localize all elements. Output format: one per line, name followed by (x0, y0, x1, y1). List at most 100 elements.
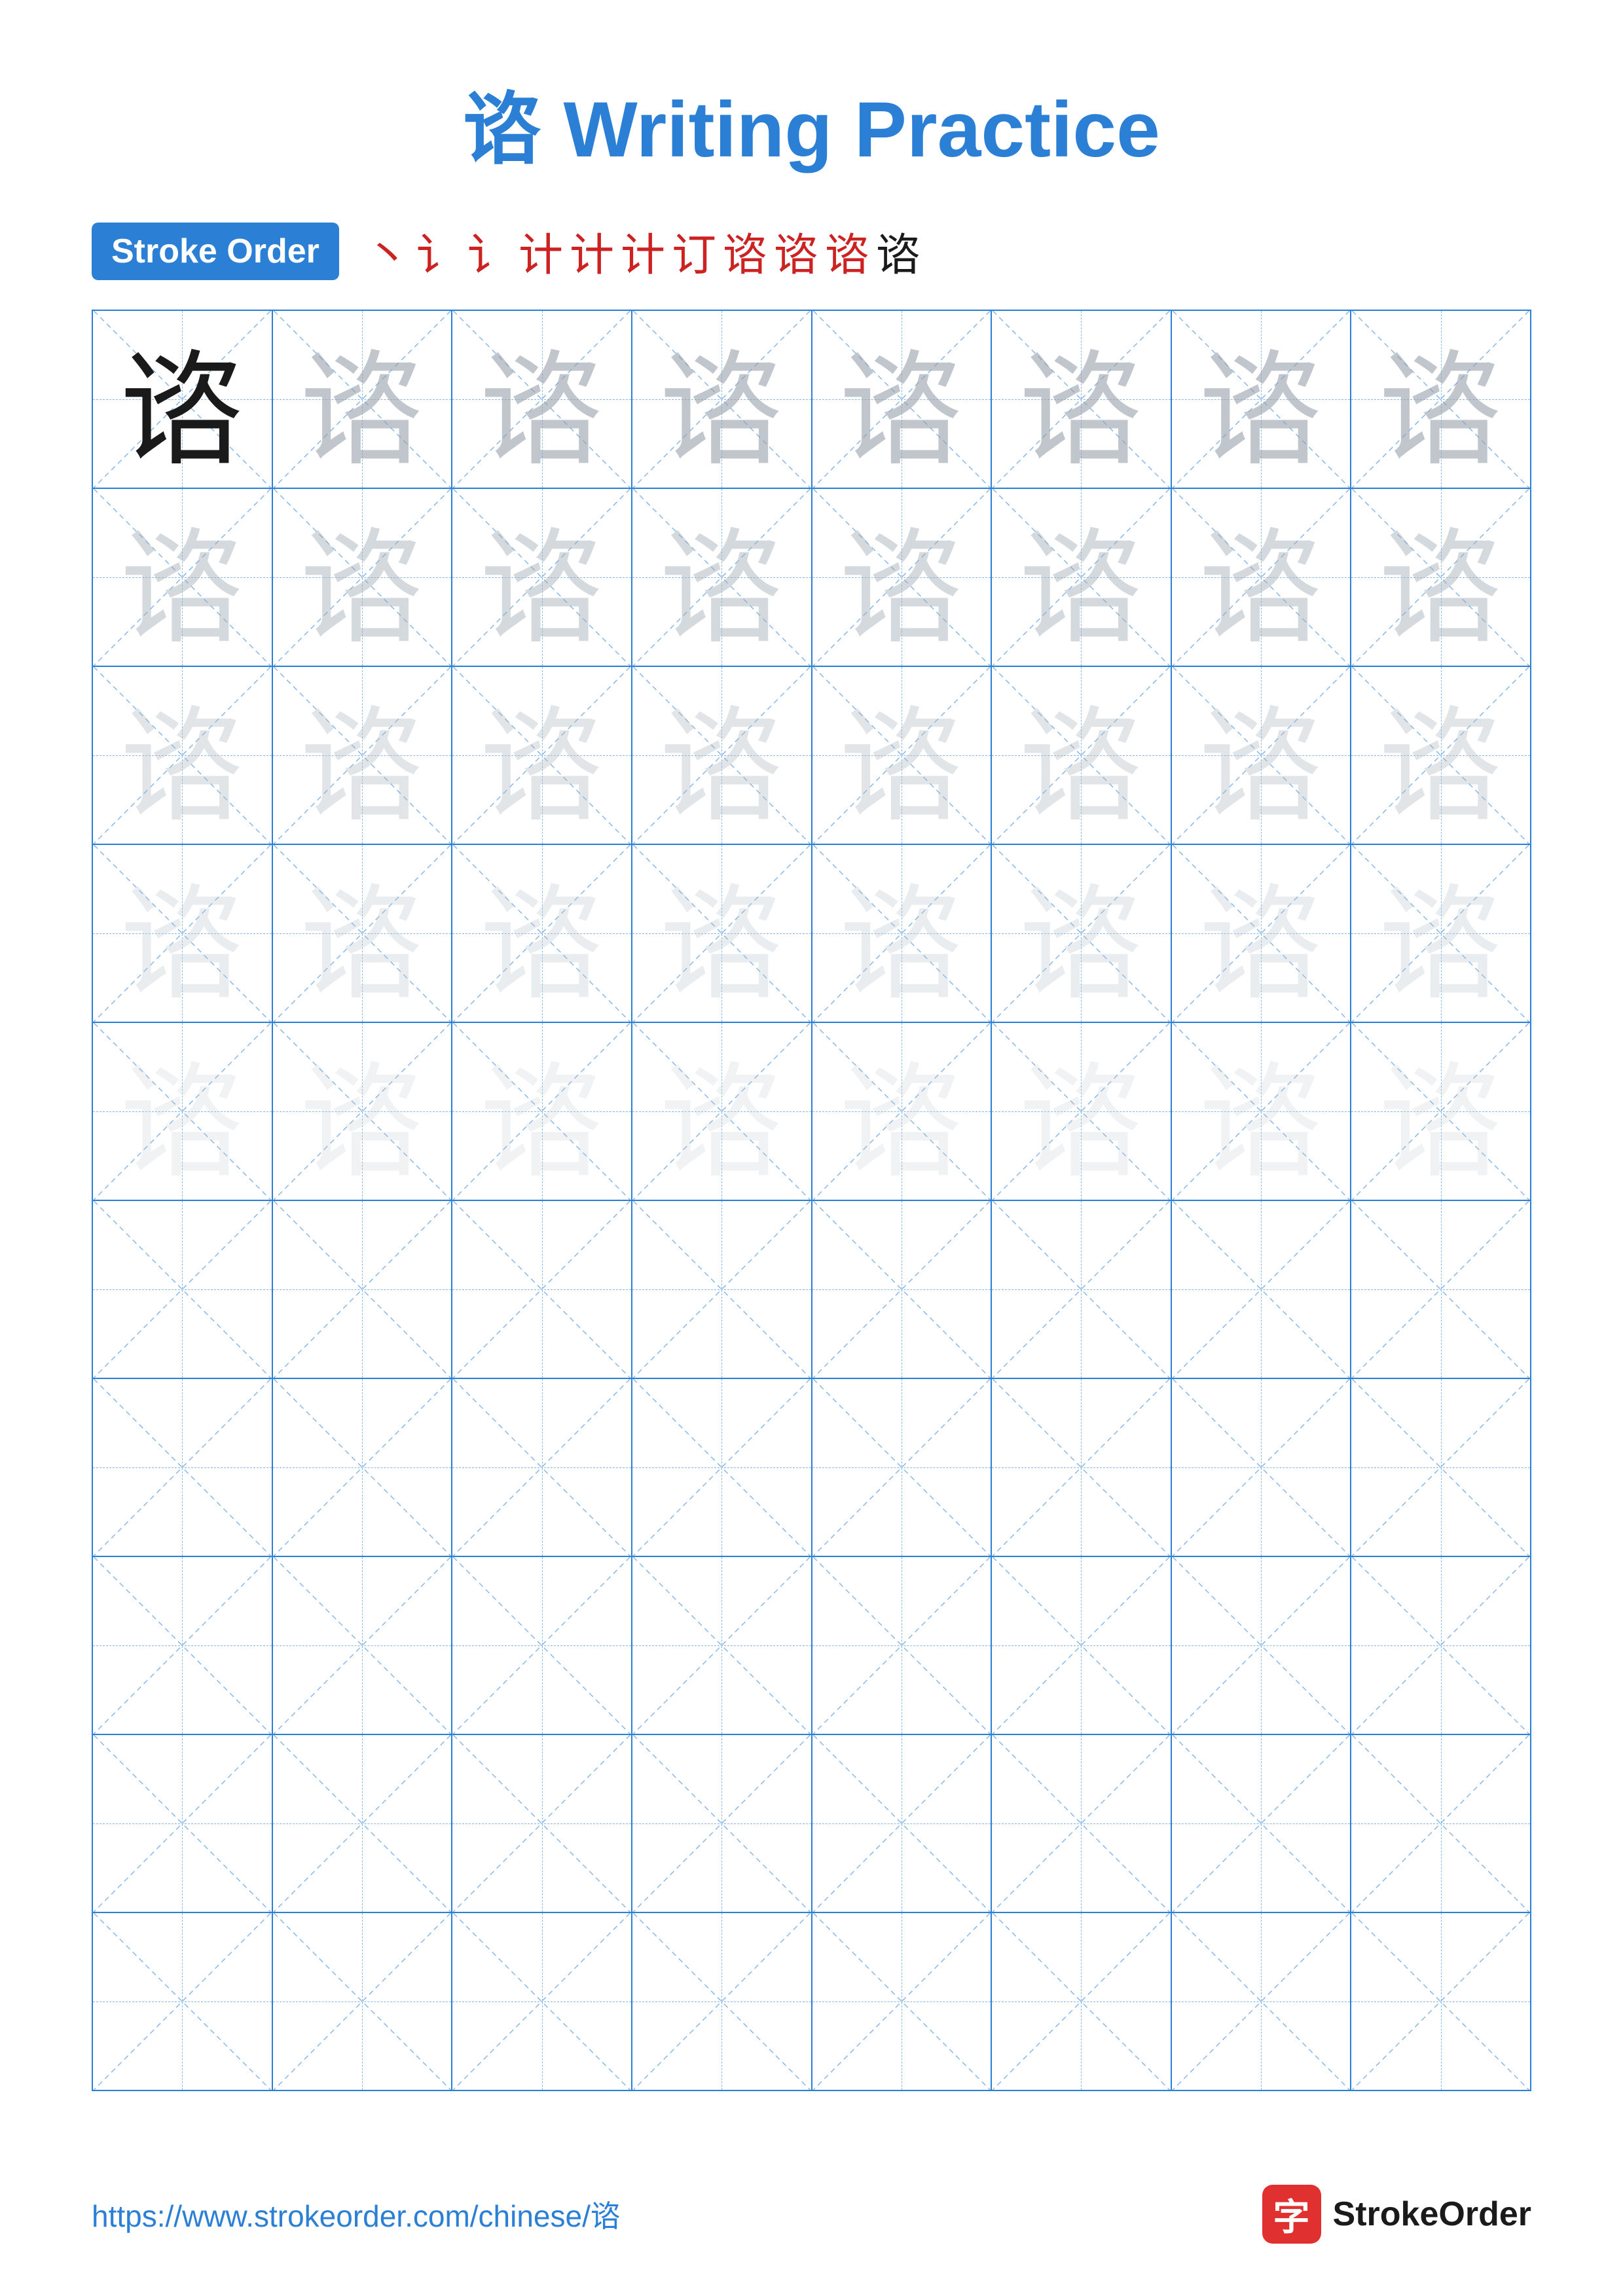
grid-cell-10-8[interactable] (1351, 1913, 1530, 2090)
grid-row-10 (93, 1913, 1530, 2090)
grid-cell-1-5[interactable]: 谘 (812, 311, 993, 488)
grid-cell-7-5[interactable] (812, 1379, 993, 1556)
grid-cell-7-3[interactable] (452, 1379, 632, 1556)
grid-cell-7-7[interactable] (1172, 1379, 1352, 1556)
grid-row-6 (93, 1201, 1530, 1379)
stroke-9: 谘 (774, 219, 818, 283)
grid-cell-1-3[interactable]: 谘 (452, 311, 632, 488)
grid-cell-6-2[interactable] (273, 1201, 453, 1378)
grid-cell-3-1[interactable]: 谘 (93, 667, 273, 844)
grid-cell-7-8[interactable] (1351, 1379, 1530, 1556)
char-dark: 谘 (120, 311, 244, 488)
footer-url-link[interactable]: https://www.strokeorder.com/chinese/谘 (92, 2193, 621, 2236)
grid-cell-6-6[interactable] (992, 1201, 1172, 1378)
footer: https://www.strokeorder.com/chinese/谘 字 … (0, 2185, 1623, 2244)
grid-cell-10-6[interactable] (992, 1913, 1172, 2090)
grid-cell-1-7[interactable]: 谘 (1172, 311, 1352, 488)
grid-cell-9-4[interactable] (632, 1735, 812, 1912)
grid-cell-9-7[interactable] (1172, 1735, 1352, 1912)
grid-cell-8-8[interactable] (1351, 1557, 1530, 1734)
grid-cell-2-6[interactable]: 谘 (992, 489, 1172, 666)
grid-cell-7-2[interactable] (273, 1379, 453, 1556)
grid-cell-5-1[interactable]: 谘 (93, 1023, 273, 1200)
grid-cell-1-8[interactable]: 谘 (1351, 311, 1530, 488)
grid-cell-9-3[interactable] (452, 1735, 632, 1912)
grid-cell-4-3[interactable]: 谘 (452, 845, 632, 1022)
stroke-7: 订 (672, 219, 716, 283)
grid-cell-3-4[interactable]: 谘 (632, 667, 812, 844)
grid-cell-1-2[interactable]: 谘 (273, 311, 453, 488)
grid-cell-10-5[interactable] (812, 1913, 993, 2090)
stroke-8: 谘 (723, 219, 767, 283)
grid-cell-4-7[interactable]: 谘 (1172, 845, 1352, 1022)
grid-cell-3-2[interactable]: 谘 (273, 667, 453, 844)
stroke-order-row: Stroke Order 丶 讠 讠 计 计 计 订 谘 谘 谘 谘 (0, 219, 1623, 310)
grid-cell-7-4[interactable] (632, 1379, 812, 1556)
grid-cell-6-1[interactable] (93, 1201, 273, 1378)
grid-cell-10-7[interactable] (1172, 1913, 1352, 2090)
grid-cell-9-6[interactable] (992, 1735, 1172, 1912)
grid-cell-10-3[interactable] (452, 1913, 632, 2090)
grid-cell-4-6[interactable]: 谘 (992, 845, 1172, 1022)
grid-cell-4-8[interactable]: 谘 (1351, 845, 1530, 1022)
grid-cell-5-6[interactable]: 谘 (992, 1023, 1172, 1200)
stroke-final: 谘 (876, 219, 921, 283)
grid-cell-4-4[interactable]: 谘 (632, 845, 812, 1022)
grid-cell-5-4[interactable]: 谘 (632, 1023, 812, 1200)
grid-cell-1-1[interactable]: 谘 (93, 311, 273, 488)
grid-cell-8-5[interactable] (812, 1557, 993, 1734)
grid-cell-2-2[interactable]: 谘 (273, 489, 453, 666)
grid-cell-4-1[interactable]: 谘 (93, 845, 273, 1022)
grid-cell-5-3[interactable]: 谘 (452, 1023, 632, 1200)
grid-cell-1-4[interactable]: 谘 (632, 311, 812, 488)
grid-cell-8-7[interactable] (1172, 1557, 1352, 1734)
grid-cell-5-2[interactable]: 谘 (273, 1023, 453, 1200)
grid-cell-6-7[interactable] (1172, 1201, 1352, 1378)
grid-cell-5-5[interactable]: 谘 (812, 1023, 993, 1200)
grid-row-4: 谘 谘 谘 谘 谘 谘 谘 谘 (93, 845, 1530, 1023)
grid-cell-8-4[interactable] (632, 1557, 812, 1734)
grid-cell-8-6[interactable] (992, 1557, 1172, 1734)
grid-row-7 (93, 1379, 1530, 1557)
grid-cell-2-1[interactable]: 谘 (93, 489, 273, 666)
grid-cell-6-3[interactable] (452, 1201, 632, 1378)
grid-cell-10-2[interactable] (273, 1913, 453, 2090)
grid-cell-5-7[interactable]: 谘 (1172, 1023, 1352, 1200)
grid-cell-3-6[interactable]: 谘 (992, 667, 1172, 844)
grid-cell-3-8[interactable]: 谘 (1351, 667, 1530, 844)
grid-cell-7-6[interactable] (992, 1379, 1172, 1556)
grid-cell-2-8[interactable]: 谘 (1351, 489, 1530, 666)
grid-cell-9-8[interactable] (1351, 1735, 1530, 1912)
stroke-5: 计 (570, 219, 614, 283)
grid-cell-8-2[interactable] (273, 1557, 453, 1734)
title-text: Writing Practice (541, 86, 1160, 173)
grid-cell-5-8[interactable]: 谘 (1351, 1023, 1530, 1200)
grid-cell-3-7[interactable]: 谘 (1172, 667, 1352, 844)
grid-cell-3-5[interactable]: 谘 (812, 667, 993, 844)
grid-cell-6-5[interactable] (812, 1201, 993, 1378)
writing-grid: 谘 谘 谘 谘 谘 谘 谘 谘 (92, 310, 1531, 2091)
stroke-6: 计 (621, 219, 665, 283)
grid-cell-6-4[interactable] (632, 1201, 812, 1378)
grid-cell-4-5[interactable]: 谘 (812, 845, 993, 1022)
grid-row-9 (93, 1735, 1530, 1913)
stroke-3: 讠 (467, 219, 512, 283)
grid-cell-3-3[interactable]: 谘 (452, 667, 632, 844)
grid-cell-2-4[interactable]: 谘 (632, 489, 812, 666)
grid-cell-1-6[interactable]: 谘 (992, 311, 1172, 488)
grid-cell-9-1[interactable] (93, 1735, 273, 1912)
grid-cell-8-1[interactable] (93, 1557, 273, 1734)
grid-cell-8-3[interactable] (452, 1557, 632, 1734)
grid-cell-2-3[interactable]: 谘 (452, 489, 632, 666)
grid-cell-6-8[interactable] (1351, 1201, 1530, 1378)
grid-cell-10-4[interactable] (632, 1913, 812, 2090)
grid-cell-7-1[interactable] (93, 1379, 273, 1556)
grid-cell-10-1[interactable] (93, 1913, 273, 2090)
grid-cell-4-2[interactable]: 谘 (273, 845, 453, 1022)
grid-cell-2-7[interactable]: 谘 (1172, 489, 1352, 666)
grid-cell-9-2[interactable] (273, 1735, 453, 1912)
page-title: 谘 Writing Practice (0, 0, 1623, 219)
footer-logo: 字 StrokeOrder (1262, 2185, 1531, 2244)
grid-cell-2-5[interactable]: 谘 (812, 489, 993, 666)
grid-cell-9-5[interactable] (812, 1735, 993, 1912)
